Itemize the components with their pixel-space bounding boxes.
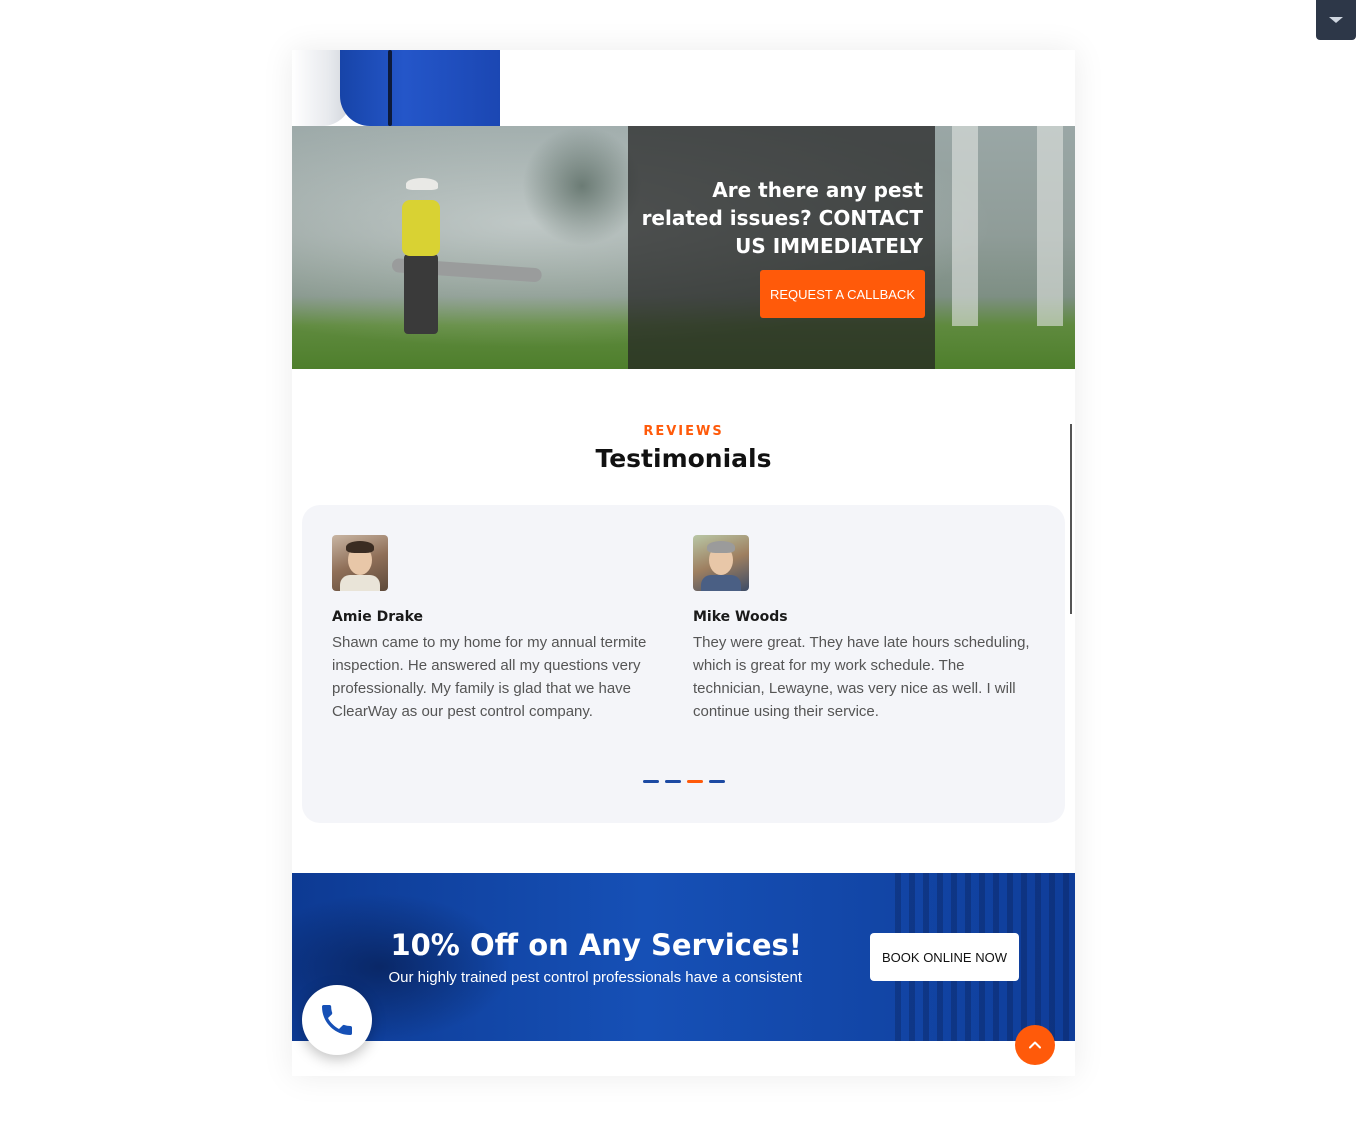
review-text: Shawn came to my home for my annual term… — [332, 634, 647, 720]
worker-body — [402, 200, 440, 256]
scroll-to-top-button[interactable] — [1015, 1025, 1055, 1065]
avatar-hair — [707, 541, 735, 553]
building-pillar — [952, 126, 978, 326]
scrollbar[interactable] — [1070, 424, 1072, 614]
cta-heading: Are there any pest related issues? CONTA… — [641, 178, 923, 258]
pagination-dot-active[interactable] — [687, 780, 703, 783]
carousel-pagination — [643, 780, 725, 783]
pagination-dot[interactable] — [709, 780, 725, 783]
chevron-up-icon — [1029, 1041, 1041, 1049]
discount-promo-banner: 10% Off on Any Services! Our highly trai… — [292, 873, 1075, 1041]
page: Are there any pest related issues? CONTA… — [0, 0, 1366, 1126]
avatar — [693, 535, 749, 591]
phone-icon — [322, 1005, 352, 1035]
content-container: Are there any pest related issues? CONTA… — [292, 50, 1075, 1076]
reviewer-name: Mike Woods — [693, 609, 788, 625]
promo-subtitle: Our highly trained pest control professi… — [388, 969, 802, 986]
avatar — [332, 535, 388, 591]
avatar-shirt — [340, 575, 380, 591]
technician-uniform-image — [340, 50, 500, 126]
dropdown-toggle-button[interactable] — [1316, 0, 1356, 40]
avatar-shirt — [701, 575, 741, 591]
section-title: Testimonials — [595, 444, 772, 473]
pagination-dot[interactable] — [643, 780, 659, 783]
tree-image — [522, 126, 642, 246]
contact-cta-banner: Are there any pest related issues? CONTA… — [292, 126, 1075, 369]
avatar-hair — [346, 541, 374, 553]
testimonials-carousel: Amie Drake Shawn came to my home for my … — [302, 505, 1065, 823]
fogging-worker-image — [391, 178, 543, 358]
hero-image-fragment — [292, 50, 502, 126]
testimonial-item: Amie Drake Shawn came to my home for my … — [332, 535, 672, 723]
call-button[interactable] — [302, 985, 372, 1055]
worker-legs — [404, 254, 438, 334]
caret-down-icon — [1329, 17, 1343, 23]
pagination-dot[interactable] — [665, 780, 681, 783]
review-text: They were great. They have late hours sc… — [693, 634, 1030, 720]
promo-title: 10% Off on Any Services! — [390, 928, 802, 962]
book-online-button[interactable]: BOOK ONLINE NOW — [870, 933, 1019, 981]
request-callback-button[interactable]: REQUEST A CALLBACK — [760, 270, 925, 318]
testimonial-item: Mike Woods They were great. They have la… — [693, 535, 1033, 723]
hose-image — [388, 50, 392, 126]
building-pillar — [1037, 126, 1063, 326]
reviewer-name: Amie Drake — [332, 609, 423, 625]
worker-hat — [406, 178, 438, 190]
section-eyebrow: REVIEWS — [643, 424, 724, 439]
